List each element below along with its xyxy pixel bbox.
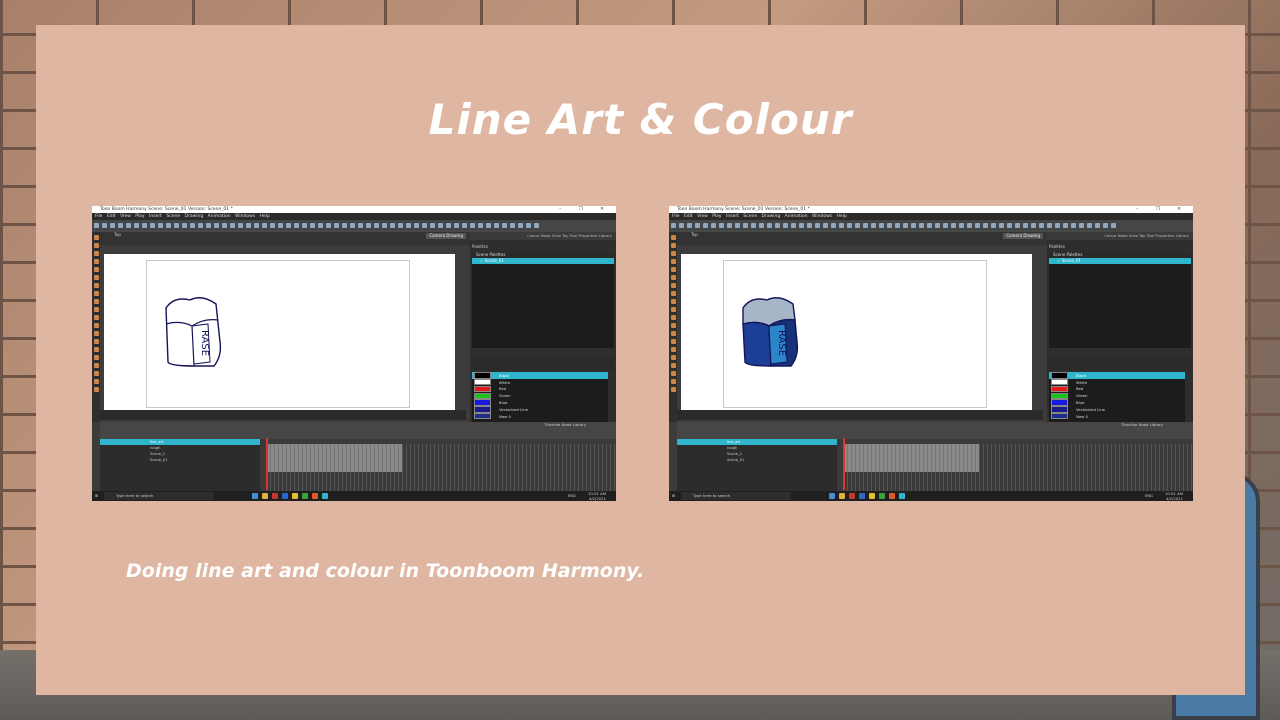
layer-row[interactable]: Scene_01	[677, 457, 837, 463]
colour-panel: Colour Node View Top Tool Properties Lib…	[1047, 232, 1193, 422]
colour-panel: Colour Node View Top Tool Properties Lib…	[470, 232, 616, 422]
timeline-tab[interactable]: Timeline Node Library	[544, 422, 586, 428]
colour-row[interactable]: Green	[472, 392, 608, 400]
tool-bar[interactable]	[92, 232, 100, 422]
language-indicator[interactable]: ENG	[1145, 491, 1153, 501]
drawing-canvas[interactable]: RASE	[681, 254, 1032, 410]
windows-start-icon[interactable]: ⊞	[672, 491, 675, 501]
colour-row[interactable]: New 0	[1049, 412, 1185, 420]
app-icon	[869, 493, 875, 499]
screenshot-line-art: Toon Boom Harmony Scene: Scene_01 Versio…	[92, 206, 616, 501]
window-title: Toon Boom Harmony Scene: Scene_01 Versio…	[677, 207, 810, 212]
harmony-icon	[322, 493, 328, 499]
eraser-text: RASE	[776, 330, 787, 356]
app-icon	[879, 493, 885, 499]
palettes-label: Palettes	[1049, 244, 1065, 249]
timeline-tab[interactable]: Timeline Node Library	[1121, 422, 1163, 428]
taskbar: ⊞ Type here to search ENG 10:01 AM 4/2/20…	[92, 491, 616, 501]
window-controls[interactable]: – ❐ ✕	[559, 206, 612, 213]
swatch-toolbar[interactable]	[1049, 358, 1191, 370]
window-titlebar: Toon Boom Harmony Scene: Scene_01 Versio…	[669, 206, 1193, 213]
colour-row[interactable]: New 0	[472, 412, 608, 420]
palettes-label: Palettes	[472, 244, 488, 249]
palette-list[interactable]: Scene Palettes ✓ Scene_01	[1049, 252, 1191, 348]
window-controls[interactable]: – ❐ ✕	[1136, 206, 1189, 213]
folder-icon	[262, 493, 268, 499]
drawing-canvas[interactable]: RASE	[104, 254, 455, 410]
colour-list[interactable]: Black White Red Green Blue Vectorized Li…	[1049, 372, 1185, 422]
panel-tabs[interactable]: Colour Node View Top Tool Properties Lib…	[1047, 232, 1193, 240]
view-label: Top	[114, 232, 121, 237]
slide-card: Line Art & Colour Toon Boom Harmony Scen…	[36, 25, 1245, 695]
window-titlebar: Toon Boom Harmony Scene: Scene_01 Versio…	[92, 206, 616, 213]
selected-palette[interactable]: ✓ Scene_01	[1049, 258, 1191, 264]
colour-row[interactable]: Red	[472, 385, 608, 393]
taskbar-clock[interactable]: 10:01 AM 4/2/2021	[588, 491, 606, 501]
timeline-toolbar[interactable]: Timeline Node Library	[677, 422, 1193, 439]
tool-bar[interactable]	[669, 232, 677, 422]
exposure-block	[843, 444, 979, 472]
taskbar-clock[interactable]: 10:01 AM 4/2/2021	[1165, 491, 1183, 501]
playhead[interactable]	[843, 438, 845, 490]
camera-tab[interactable]: Camera Drawing	[1003, 233, 1043, 239]
layer-list[interactable]: line_art rough Scene_1 Scene_01	[100, 439, 260, 491]
colour-row[interactable]: Black	[472, 372, 608, 379]
eraser-line-art: RASE	[165, 297, 222, 367]
frame-grid[interactable]	[843, 438, 1193, 491]
app-icon	[302, 493, 308, 499]
windows-start-icon[interactable]: ⊞	[95, 491, 98, 501]
camera-tab[interactable]: Camera Drawing	[426, 233, 466, 239]
playhead[interactable]	[266, 438, 268, 490]
taskbar: ⊞ Type here to search ENG 10:01 AM 4/2/20…	[669, 491, 1193, 501]
layer-row[interactable]: Scene_01	[100, 457, 260, 463]
palette-list[interactable]: Scene Palettes ✓ Scene_01	[472, 252, 614, 348]
eraser-text: RASE	[199, 330, 210, 356]
frame-grid[interactable]	[266, 438, 616, 491]
panel-tabs[interactable]: Colour Node View Top Tool Properties Lib…	[470, 232, 616, 240]
slide-title: Line Art & Colour	[428, 95, 853, 144]
slide-caption: Doing line art and colour in Toonboom Ha…	[126, 560, 645, 582]
exposure-block	[266, 444, 402, 472]
colour-row[interactable]: Blue	[1049, 399, 1185, 406]
colour-row[interactable]: White	[1049, 378, 1185, 386]
eraser-coloured: RASE	[742, 297, 799, 367]
colour-row[interactable]: Green	[1049, 392, 1185, 400]
menu-bar[interactable]: File Edit View Play Insert Scene Drawing…	[669, 213, 1193, 220]
colour-row[interactable]: White	[472, 378, 608, 386]
edge-icon	[252, 493, 258, 499]
timeline-panel: Timeline Node Library line_art rough Sce…	[677, 422, 1193, 491]
status-bar	[677, 410, 1043, 420]
selected-palette[interactable]: ✓ Scene_01	[472, 258, 614, 264]
language-indicator[interactable]: ENG	[568, 491, 576, 501]
screenshot-colour: Toon Boom Harmony Scene: Scene_01 Versio…	[669, 206, 1193, 501]
colour-row[interactable]: Red	[1049, 385, 1185, 393]
view-header: Top Camera Drawing	[100, 232, 470, 245]
timeline-panel: Timeline Node Library line_art rough Sce…	[100, 422, 616, 491]
colour-row[interactable]: Vectorized Line	[1049, 406, 1185, 413]
window-title: Toon Boom Harmony Scene: Scene_01 Versio…	[100, 207, 233, 212]
folder-icon	[839, 493, 845, 499]
swatch-toolbar[interactable]	[472, 358, 614, 370]
app-icon	[889, 493, 895, 499]
app-icon	[292, 493, 298, 499]
photoshop-icon	[859, 493, 865, 499]
harmony-icon	[899, 493, 905, 499]
taskbar-search[interactable]: Type here to search	[104, 492, 214, 500]
edge-icon	[829, 493, 835, 499]
menu-bar[interactable]: File Edit View Play Insert Scene Drawing…	[92, 213, 616, 220]
timeline-toolbar[interactable]: Timeline Node Library	[100, 422, 616, 439]
app-icon	[312, 493, 318, 499]
status-bar	[100, 410, 466, 420]
view-header: Top Camera Drawing	[677, 232, 1047, 245]
colour-list[interactable]: Black White Red Green Blue Vectorized Li…	[472, 372, 608, 422]
view-label: Top	[691, 232, 698, 237]
taskbar-search[interactable]: Type here to search	[681, 492, 791, 500]
colour-row[interactable]: Blue	[472, 399, 608, 406]
colour-row[interactable]: Vectorized Line	[472, 406, 608, 413]
layer-list[interactable]: line_art rough Scene_1 Scene_01	[677, 439, 837, 491]
colour-row[interactable]: Black	[1049, 372, 1185, 379]
app-icon	[272, 493, 278, 499]
app-icon	[849, 493, 855, 499]
photoshop-icon	[282, 493, 288, 499]
